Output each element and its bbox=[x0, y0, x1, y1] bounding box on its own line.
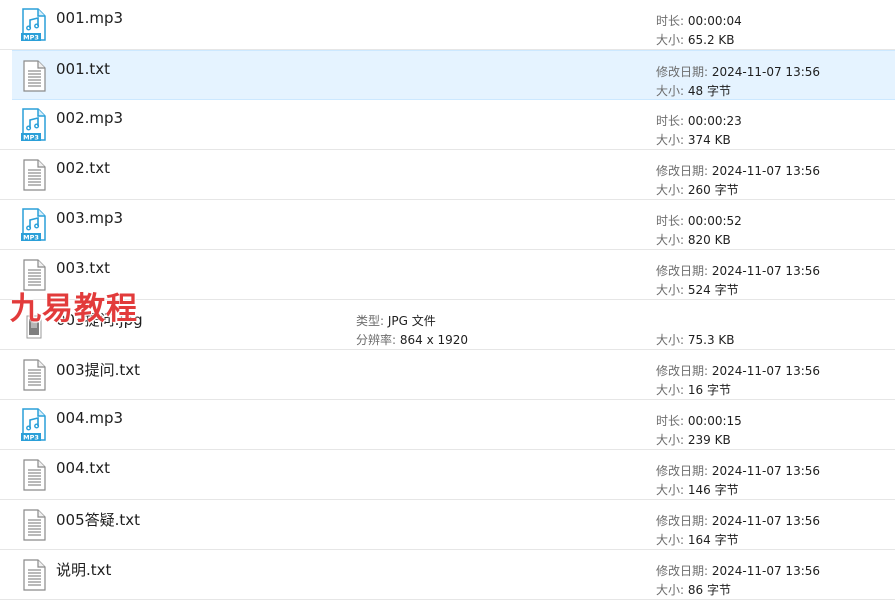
file-meta: 时长: 00:00:15 大小: 239 KB bbox=[656, 412, 742, 450]
svg-text:MP3: MP3 bbox=[23, 34, 39, 42]
meta-key: 修改日期: bbox=[656, 65, 709, 79]
meta-value: 16 字节 bbox=[687, 383, 731, 397]
meta-key: 大小: bbox=[656, 433, 685, 447]
file-meta: 时长: 00:00:04 大小: 65.2 KB bbox=[656, 12, 742, 50]
file-name[interactable]: 001.mp3 bbox=[56, 9, 123, 27]
detail-value: JPG 文件 bbox=[387, 314, 436, 328]
detail-value: 864 x 1920 bbox=[399, 333, 469, 347]
meta-key: 大小: bbox=[656, 583, 685, 597]
meta-value: 146 字节 bbox=[687, 483, 739, 497]
meta-key: 修改日期: bbox=[656, 514, 709, 528]
detail-key: 类型: bbox=[356, 314, 385, 328]
meta-value: 00:00:52 bbox=[687, 214, 742, 228]
meta-key: 时长: bbox=[656, 214, 685, 228]
mp3-file-icon: MP3 bbox=[20, 208, 48, 242]
file-meta: 修改日期: 2024-11-07 13:56 大小: 524 字节 bbox=[656, 262, 820, 300]
file-meta: 修改日期: 2024-11-07 13:56 大小: 260 字节 bbox=[656, 162, 820, 200]
file-row[interactable]: 003提问.txt 修改日期: 2024-11-07 13:56 大小: 16 字节 bbox=[0, 350, 895, 400]
meta-key: 修改日期: bbox=[656, 564, 709, 578]
meta-key: 大小: bbox=[656, 183, 685, 197]
meta-key: 时长: bbox=[656, 114, 685, 128]
watermark-text: 九易教程 bbox=[10, 291, 138, 327]
meta-value: 2024-11-07 13:56 bbox=[711, 264, 821, 278]
file-meta: 修改日期: 2024-11-07 13:56 大小: 164 字节 bbox=[656, 512, 820, 550]
file-row[interactable]: 001.txt 修改日期: 2024-11-07 13:56 大小: 48 字节 bbox=[12, 50, 895, 100]
meta-key: 大小: bbox=[656, 483, 685, 497]
meta-value: 00:00:23 bbox=[687, 114, 742, 128]
meta-key: 大小: bbox=[656, 383, 685, 397]
mp3-file-icon: MP3 bbox=[20, 108, 48, 142]
svg-text:MP3: MP3 bbox=[23, 134, 39, 142]
file-row[interactable]: 005答疑.txt 修改日期: 2024-11-07 13:56 大小: 164 字… bbox=[0, 500, 895, 550]
svg-text:MP3: MP3 bbox=[23, 434, 39, 442]
meta-key: 大小: bbox=[656, 33, 685, 47]
meta-value: 2024-11-07 13:56 bbox=[711, 65, 821, 79]
file-name[interactable]: 003提问.txt bbox=[56, 359, 140, 380]
meta-value: 2024-11-07 13:56 bbox=[711, 164, 821, 178]
text-file-icon bbox=[20, 59, 48, 93]
meta-value: 2024-11-07 13:56 bbox=[711, 364, 821, 378]
file-meta: 修改日期: 2024-11-07 13:56 大小: 16 字节 bbox=[656, 362, 820, 400]
meta-value: 00:00:15 bbox=[687, 414, 742, 428]
meta-key: 修改日期: bbox=[656, 164, 709, 178]
file-row[interactable]: MP3 003.mp3 时长: 00:00:52 大小: 820 KB bbox=[0, 200, 895, 250]
file-row[interactable]: MP3 001.mp3 时长: 00:00:04 大小: 65.2 KB bbox=[0, 0, 895, 50]
meta-key: 修改日期: bbox=[656, 264, 709, 278]
meta-value: 00:00:04 bbox=[687, 14, 742, 28]
meta-key: 大小: bbox=[656, 333, 685, 347]
meta-value: 65.2 KB bbox=[687, 33, 735, 47]
meta-key: 大小: bbox=[656, 84, 685, 98]
file-meta: 时长: 00:00:23 大小: 374 KB bbox=[656, 112, 742, 150]
meta-key: 大小: bbox=[656, 283, 685, 297]
mp3-file-icon: MP3 bbox=[20, 408, 48, 442]
file-name[interactable]: 说明.txt bbox=[56, 559, 111, 580]
meta-key: 修改日期: bbox=[656, 464, 709, 478]
file-name[interactable]: 001.txt bbox=[56, 60, 110, 78]
meta-value: 2024-11-07 13:56 bbox=[711, 564, 821, 578]
file-meta: 修改日期: 2024-11-07 13:56 大小: 146 字节 bbox=[656, 462, 820, 500]
meta-value: 86 字节 bbox=[687, 583, 731, 597]
meta-value: 164 字节 bbox=[687, 533, 739, 547]
file-name[interactable]: 003.txt bbox=[56, 259, 110, 277]
file-meta: 大小: 75.3 KB bbox=[656, 312, 735, 350]
file-name[interactable]: 002.txt bbox=[56, 159, 110, 177]
meta-value: 48 字节 bbox=[687, 84, 731, 98]
file-name[interactable]: 005答疑.txt bbox=[56, 509, 140, 530]
file-name[interactable]: 003.mp3 bbox=[56, 209, 123, 227]
text-file-icon bbox=[20, 458, 48, 492]
meta-value: 239 KB bbox=[687, 433, 731, 447]
meta-key: 大小: bbox=[656, 133, 685, 147]
file-row[interactable]: 说明.txt 修改日期: 2024-11-07 13:56 大小: 86 字节 bbox=[0, 550, 895, 600]
file-name[interactable]: 004.mp3 bbox=[56, 409, 123, 427]
meta-value: 524 字节 bbox=[687, 283, 739, 297]
file-row[interactable]: 002.txt 修改日期: 2024-11-07 13:56 大小: 260 字节 bbox=[0, 150, 895, 200]
meta-key: 修改日期: bbox=[656, 364, 709, 378]
text-file-icon bbox=[20, 358, 48, 392]
text-file-icon bbox=[20, 508, 48, 542]
meta-value: 260 字节 bbox=[687, 183, 739, 197]
meta-key: 大小: bbox=[656, 533, 685, 547]
mp3-file-icon: MP3 bbox=[20, 8, 48, 42]
meta-value: 75.3 KB bbox=[687, 333, 735, 347]
meta-key: 时长: bbox=[656, 14, 685, 28]
detail-key: 分辨率: bbox=[356, 333, 397, 347]
svg-text:MP3: MP3 bbox=[23, 234, 39, 242]
file-row[interactable]: MP3 002.mp3 时长: 00:00:23 大小: 374 KB bbox=[0, 100, 895, 150]
meta-value: 374 KB bbox=[687, 133, 731, 147]
file-row[interactable]: 004.txt 修改日期: 2024-11-07 13:56 大小: 146 字节 bbox=[0, 450, 895, 500]
file-name[interactable]: 002.mp3 bbox=[56, 109, 123, 127]
file-meta: 修改日期: 2024-11-07 13:56 大小: 86 字节 bbox=[656, 562, 820, 600]
text-file-icon bbox=[20, 558, 48, 592]
meta-value: 2024-11-07 13:56 bbox=[711, 514, 821, 528]
text-file-icon bbox=[20, 158, 48, 192]
file-details: 类型: JPG 文件分辨率: 864 x 1920 bbox=[356, 312, 468, 350]
meta-value: 820 KB bbox=[687, 233, 731, 247]
file-meta: 修改日期: 2024-11-07 13:56 大小: 48 字节 bbox=[656, 63, 820, 101]
file-row[interactable]: MP3 004.mp3 时长: 00:00:15 大小: 239 KB bbox=[0, 400, 895, 450]
file-meta: 时长: 00:00:52 大小: 820 KB bbox=[656, 212, 742, 250]
file-name[interactable]: 004.txt bbox=[56, 459, 110, 477]
meta-key: 大小: bbox=[656, 233, 685, 247]
meta-key: 时长: bbox=[656, 414, 685, 428]
meta-value: 2024-11-07 13:56 bbox=[711, 464, 821, 478]
